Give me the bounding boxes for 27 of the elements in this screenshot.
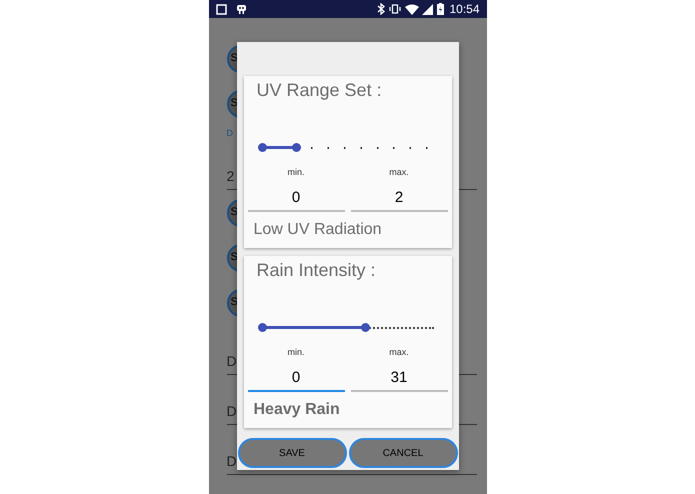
number-field[interactable]: 2 [350,186,448,212]
card-title: UV Range Set : [256,79,383,102]
square-icon [216,4,226,14]
vibrate-icon [389,4,402,14]
slider-thumb[interactable] [258,143,266,152]
slider-thumb[interactable] [258,323,266,332]
clock-time: 10:54 [449,1,480,18]
dialog-button[interactable]: CANCEL [348,438,458,468]
slider-thumb[interactable] [292,143,301,152]
field-label: D [226,126,233,140]
max-label: max. [389,346,409,359]
min-label: min. [287,166,304,179]
bluetooth-icon [377,3,386,15]
number-field[interactable]: 31 [350,366,448,392]
description-text: Low UV Radiation [254,220,383,240]
number-field[interactable]: 0 [248,186,344,212]
description-text: Heavy Rain [254,400,341,420]
number-field[interactable]: 0 [248,366,344,392]
dialog-button[interactable]: SAVE [238,438,346,468]
min-label: min. [287,346,304,359]
wifi-icon [405,4,420,14]
signal-icon [422,4,434,14]
card-title: Rain Intensity : [256,259,377,282]
max-label: max. [389,166,409,179]
slider-thumb[interactable] [360,323,370,332]
robot-icon [236,4,246,14]
battery-icon [437,3,444,15]
